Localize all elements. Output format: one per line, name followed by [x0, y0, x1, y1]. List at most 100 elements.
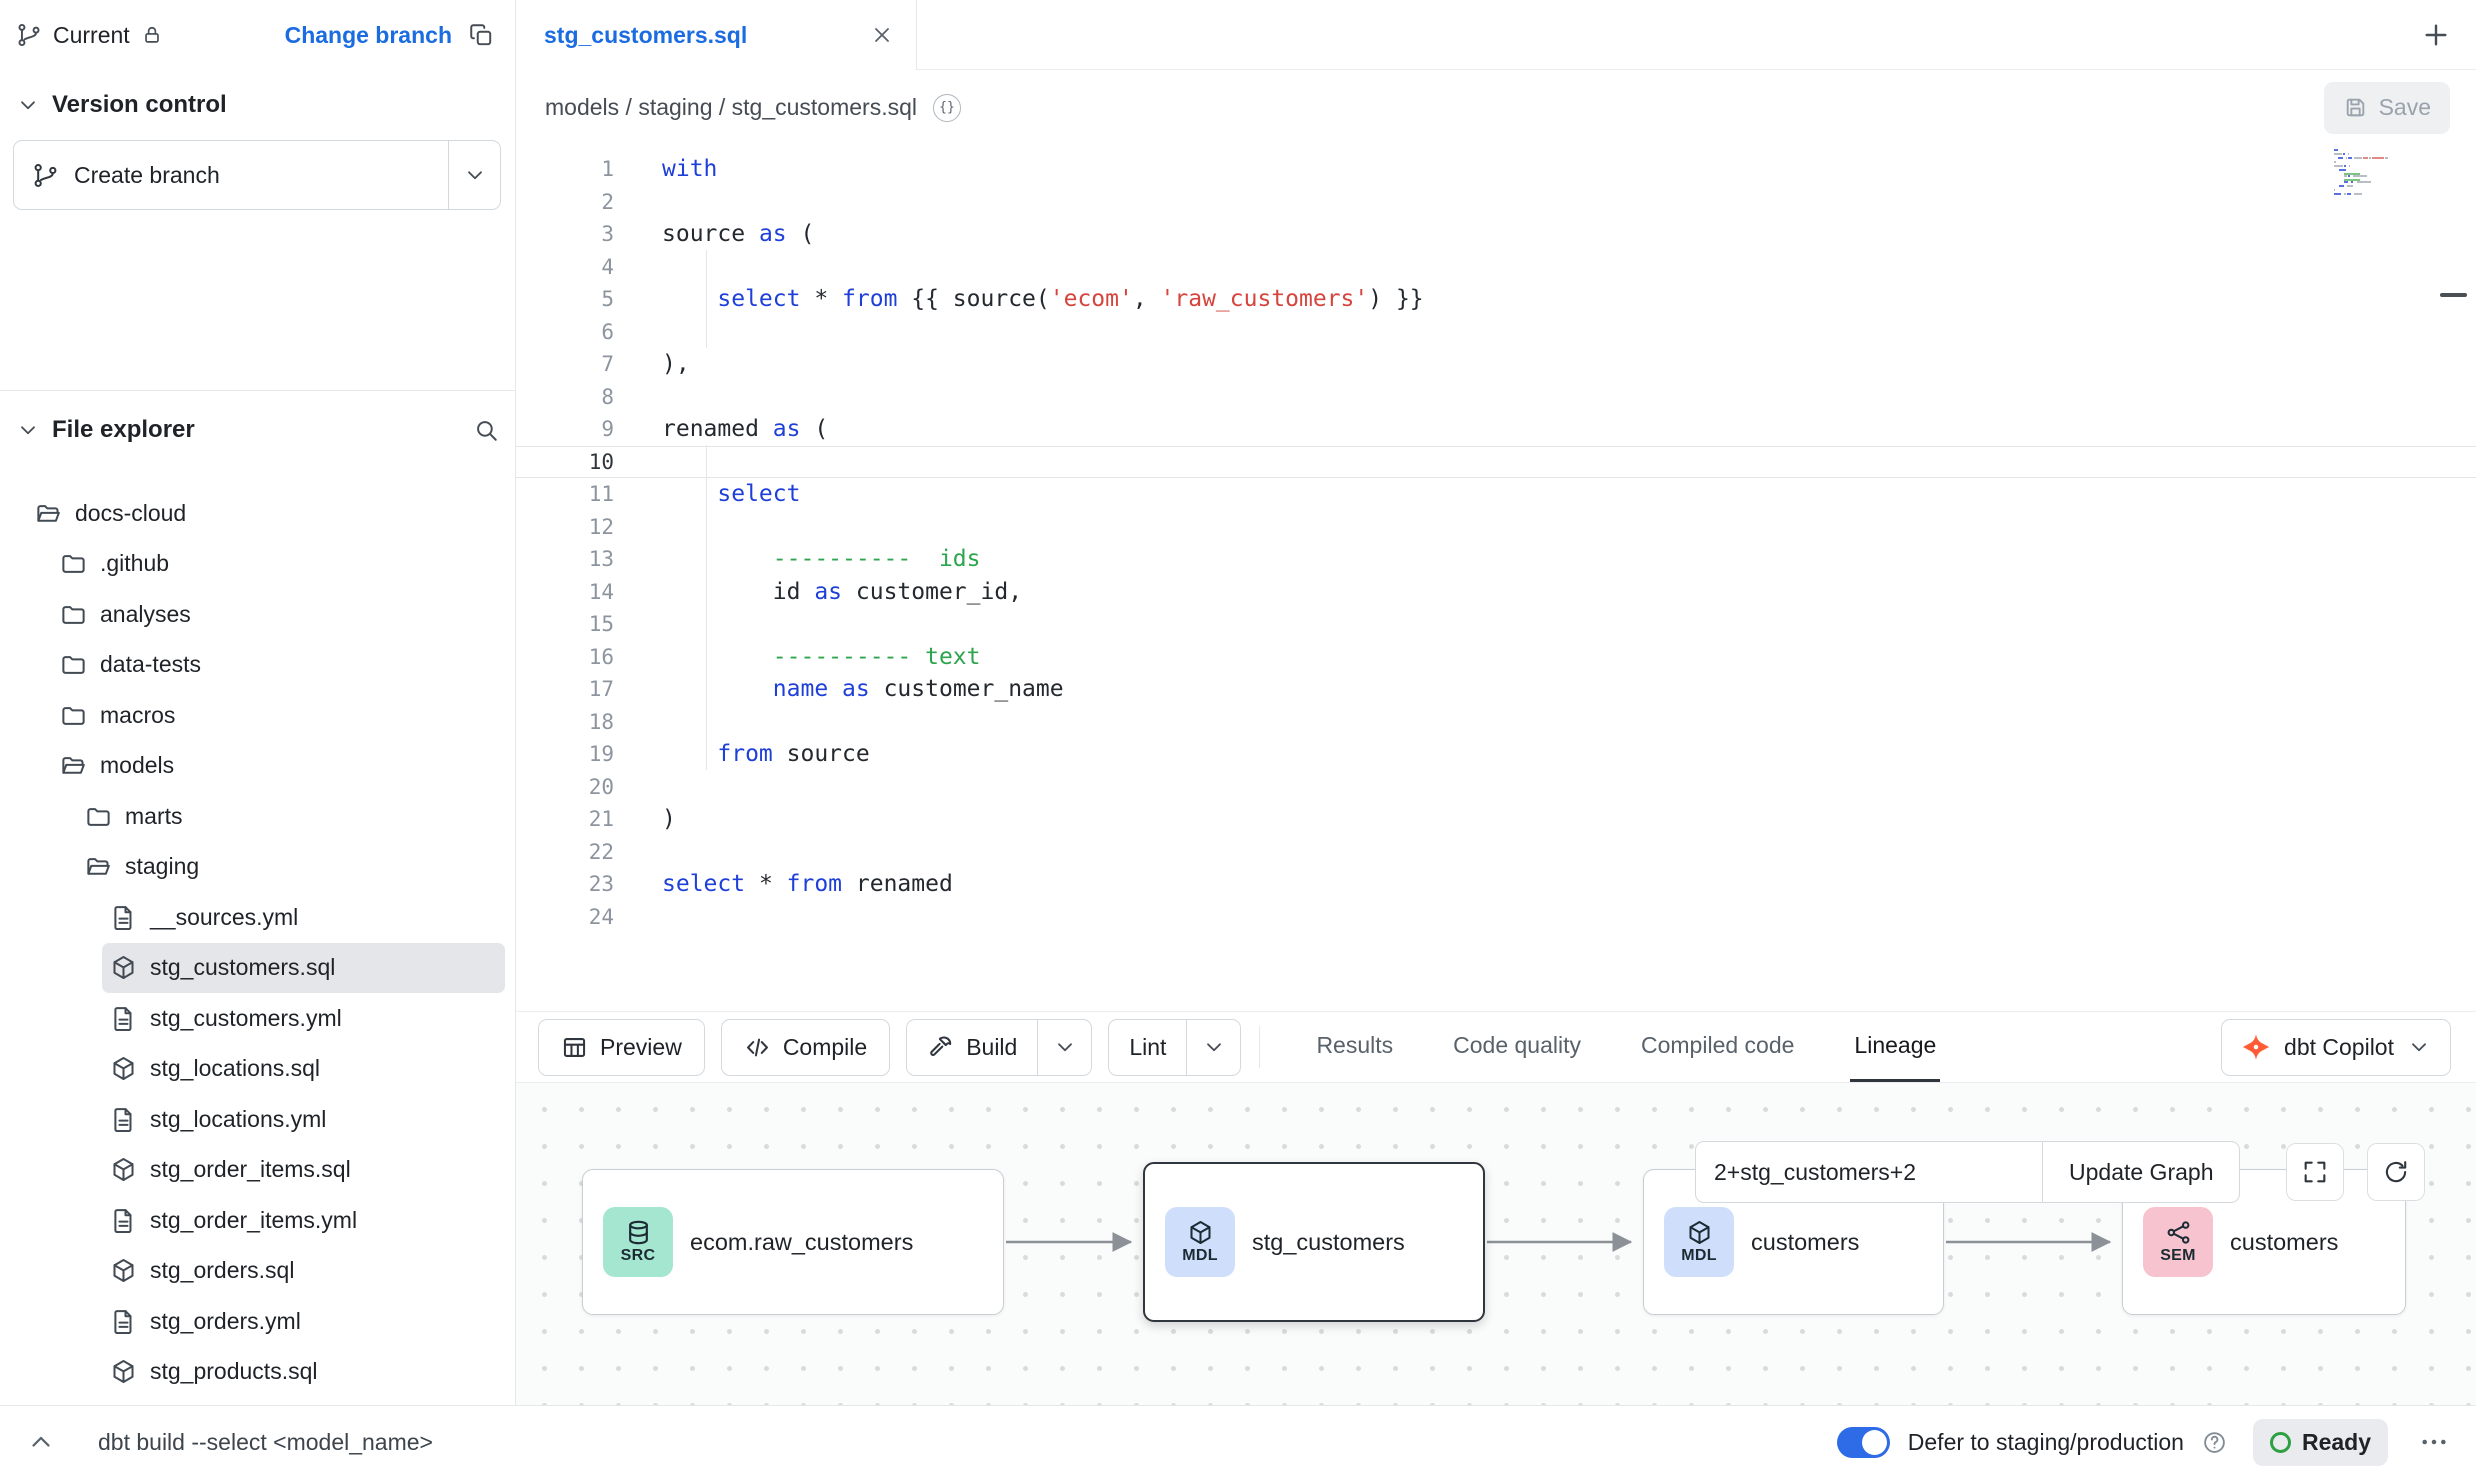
- code-icon: [744, 1034, 771, 1061]
- tree-item--github[interactable]: .github: [52, 539, 505, 590]
- tree-item-stg-orders-yml[interactable]: stg_orders.yml: [102, 1296, 505, 1347]
- line-number: 24: [516, 901, 614, 934]
- minimap[interactable]: [2334, 149, 2388, 197]
- help-icon[interactable]: [2202, 1430, 2227, 1455]
- line-code: name as customer_name: [662, 673, 1064, 706]
- current-branch-label: Current: [53, 22, 130, 49]
- change-branch-link[interactable]: Change branch: [285, 22, 452, 49]
- chevron-down-icon: [1053, 1035, 1077, 1059]
- new-tab-button[interactable]: [2420, 19, 2452, 51]
- tree-item-stg-order-items-yml[interactable]: stg_order_items.yml: [102, 1195, 505, 1246]
- lint-label: Lint: [1129, 1034, 1166, 1061]
- code-line-12[interactable]: 12: [516, 511, 2476, 544]
- tree-item-docs-cloud[interactable]: docs-cloud: [27, 488, 505, 539]
- tree-item-label: models: [100, 752, 174, 779]
- badge-label: MDL: [1681, 1247, 1717, 1265]
- current-branch[interactable]: Current: [16, 22, 163, 49]
- panel-tab-lineage[interactable]: Lineage: [1850, 1012, 1940, 1082]
- copy-icon[interactable]: [468, 22, 494, 48]
- line-number: 13: [516, 543, 614, 576]
- defer-toggle[interactable]: [1837, 1427, 1890, 1458]
- code-line-14[interactable]: 14 id as customer_id,: [516, 576, 2476, 609]
- more-options-icon[interactable]: [2418, 1426, 2450, 1458]
- fullscreen-button[interactable]: [2286, 1143, 2344, 1201]
- code-line-21[interactable]: 21): [516, 803, 2476, 836]
- search-icon[interactable]: [473, 417, 499, 443]
- chevron-down-icon[interactable]: [16, 418, 40, 442]
- lineage-node-src-ecom-raw-customers[interactable]: SRCecom.raw_customers: [582, 1169, 1004, 1315]
- code-line-5[interactable]: 5 select * from {{ source('ecom', 'raw_c…: [516, 283, 2476, 316]
- panel-tab-code-quality[interactable]: Code quality: [1449, 1012, 1585, 1082]
- lint-button[interactable]: Lint: [1109, 1020, 1186, 1075]
- lock-icon: [141, 24, 163, 46]
- code-line-8[interactable]: 8: [516, 381, 2476, 414]
- chevron-down-icon[interactable]: [16, 93, 40, 117]
- lint-dropdown[interactable]: [1186, 1020, 1240, 1075]
- preview-button[interactable]: Preview: [538, 1019, 705, 1076]
- tree-item-staging[interactable]: staging: [77, 842, 505, 893]
- tree-item-stg-products-sql[interactable]: stg_products.sql: [102, 1347, 505, 1398]
- code-line-10[interactable]: 10: [516, 446, 2476, 479]
- tree-item-stg-customers-sql[interactable]: stg_customers.sql: [102, 943, 505, 994]
- tree-item-label: analyses: [100, 601, 191, 628]
- tree-item-stg-locations-sql[interactable]: stg_locations.sql: [102, 1044, 505, 1095]
- create-branch-button[interactable]: Create branch: [14, 141, 448, 209]
- tree-item-stg-customers-yml[interactable]: stg_customers.yml: [102, 993, 505, 1044]
- lineage-selector-input[interactable]: [1695, 1141, 2043, 1203]
- code-line-18[interactable]: 18: [516, 706, 2476, 739]
- update-graph-button[interactable]: Update Graph: [2042, 1141, 2240, 1203]
- scrollbar-thumb[interactable]: [2440, 293, 2467, 297]
- code-line-11[interactable]: 11 select: [516, 478, 2476, 511]
- tree-item-analyses[interactable]: analyses: [52, 589, 505, 640]
- code-line-24[interactable]: 24: [516, 901, 2476, 934]
- code-line-2[interactable]: 2: [516, 186, 2476, 219]
- code-line-17[interactable]: 17 name as customer_name: [516, 673, 2476, 706]
- collapse-panel-icon[interactable]: [26, 1427, 56, 1457]
- code-editor[interactable]: 1with23source as (45 select * from {{ so…: [516, 145, 2476, 1011]
- code-line-19[interactable]: 19 from source: [516, 738, 2476, 771]
- build-dropdown[interactable]: [1037, 1020, 1091, 1075]
- code-line-7[interactable]: 7),: [516, 348, 2476, 381]
- tree-item-stg-locations-yml[interactable]: stg_locations.yml: [102, 1094, 505, 1145]
- compile-button[interactable]: Compile: [721, 1019, 890, 1076]
- line-code: ): [662, 803, 676, 836]
- tree-item-data-tests[interactable]: data-tests: [52, 640, 505, 691]
- folder-icon: [60, 601, 87, 628]
- code-line-1[interactable]: 1with: [516, 153, 2476, 186]
- lineage-panel[interactable]: SRCecom.raw_customers MDLstg_customers MDL…: [516, 1082, 2476, 1405]
- tree-item-stg-orders-sql[interactable]: stg_orders.sql: [102, 1246, 505, 1297]
- line-code: select: [662, 478, 800, 511]
- tree-item-models[interactable]: models: [52, 741, 505, 792]
- ready-status[interactable]: Ready: [2253, 1419, 2388, 1466]
- code-line-23[interactable]: 23select * from renamed: [516, 868, 2476, 901]
- line-code: ---------- ids: [662, 543, 981, 576]
- tree-item-macros[interactable]: macros: [52, 690, 505, 741]
- build-label: Build: [966, 1034, 1017, 1061]
- dbt-copilot-button[interactable]: dbt Copilot: [2221, 1019, 2451, 1076]
- code-line-15[interactable]: 15: [516, 608, 2476, 641]
- panel-tab-compiled-code[interactable]: Compiled code: [1637, 1012, 1798, 1082]
- save-button[interactable]: Save: [2324, 82, 2450, 134]
- close-tab-icon[interactable]: [870, 23, 894, 47]
- code-line-13[interactable]: 13 ---------- ids: [516, 543, 2476, 576]
- code-line-6[interactable]: 6: [516, 316, 2476, 349]
- build-button[interactable]: Build: [907, 1020, 1037, 1075]
- line-number: 1: [516, 153, 614, 186]
- panel-tab-results[interactable]: Results: [1312, 1012, 1397, 1082]
- code-line-3[interactable]: 3source as (: [516, 218, 2476, 251]
- tree-item-marts[interactable]: marts: [77, 791, 505, 842]
- folder-icon: [60, 702, 87, 729]
- tab-stg-customers-sql[interactable]: stg_customers.sql: [516, 0, 917, 70]
- code-line-4[interactable]: 4: [516, 251, 2476, 284]
- code-line-16[interactable]: 16 ---------- text: [516, 641, 2476, 674]
- tree-item-stg-order-items-sql[interactable]: stg_order_items.sql: [102, 1145, 505, 1196]
- create-branch-dropdown[interactable]: [448, 141, 500, 209]
- lineage-node-mdl-stg-customers[interactable]: MDLstg_customers: [1143, 1162, 1485, 1322]
- line-number: 10: [516, 446, 614, 479]
- tree-item--sources-yml[interactable]: __sources.yml: [102, 892, 505, 943]
- refresh-button[interactable]: [2367, 1143, 2425, 1201]
- code-line-20[interactable]: 20: [516, 771, 2476, 804]
- code-line-22[interactable]: 22: [516, 836, 2476, 869]
- code-line-9[interactable]: 9renamed as (: [516, 413, 2476, 446]
- dbt-copilot-icon: [2241, 1032, 2271, 1062]
